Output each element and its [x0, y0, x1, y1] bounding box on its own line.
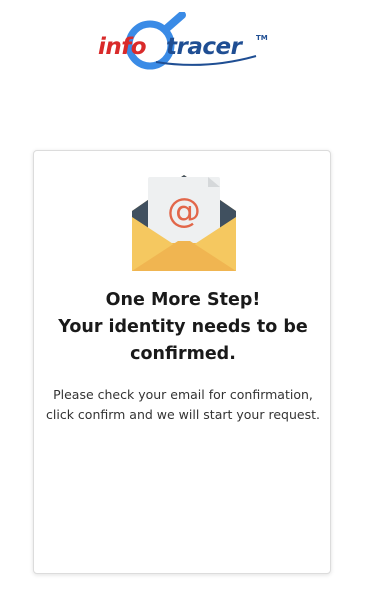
heading-line-2: Your identity needs to be: [58, 317, 308, 337]
logo-text-info: info: [98, 34, 147, 60]
confirmation-message: Please check your email for confirmation…: [46, 387, 320, 422]
confirmation-page: info tracer TM @ One More Step! Your ide…: [0, 0, 372, 609]
confirmation-heading: One More Step! Your identity needs to be…: [34, 287, 332, 368]
infotracer-logo[interactable]: info tracer TM: [96, 12, 276, 72]
envelope-email-icon: @: [132, 175, 236, 271]
logo-trademark: TM: [256, 34, 268, 42]
heading-line-3: confirmed.: [130, 344, 236, 364]
confirmation-card: @ One More Step! Your identity needs to …: [33, 150, 331, 574]
logo-text-tracer: tracer: [166, 34, 242, 60]
heading-line-1: One More Step!: [105, 290, 261, 310]
svg-text:@: @: [167, 191, 201, 231]
